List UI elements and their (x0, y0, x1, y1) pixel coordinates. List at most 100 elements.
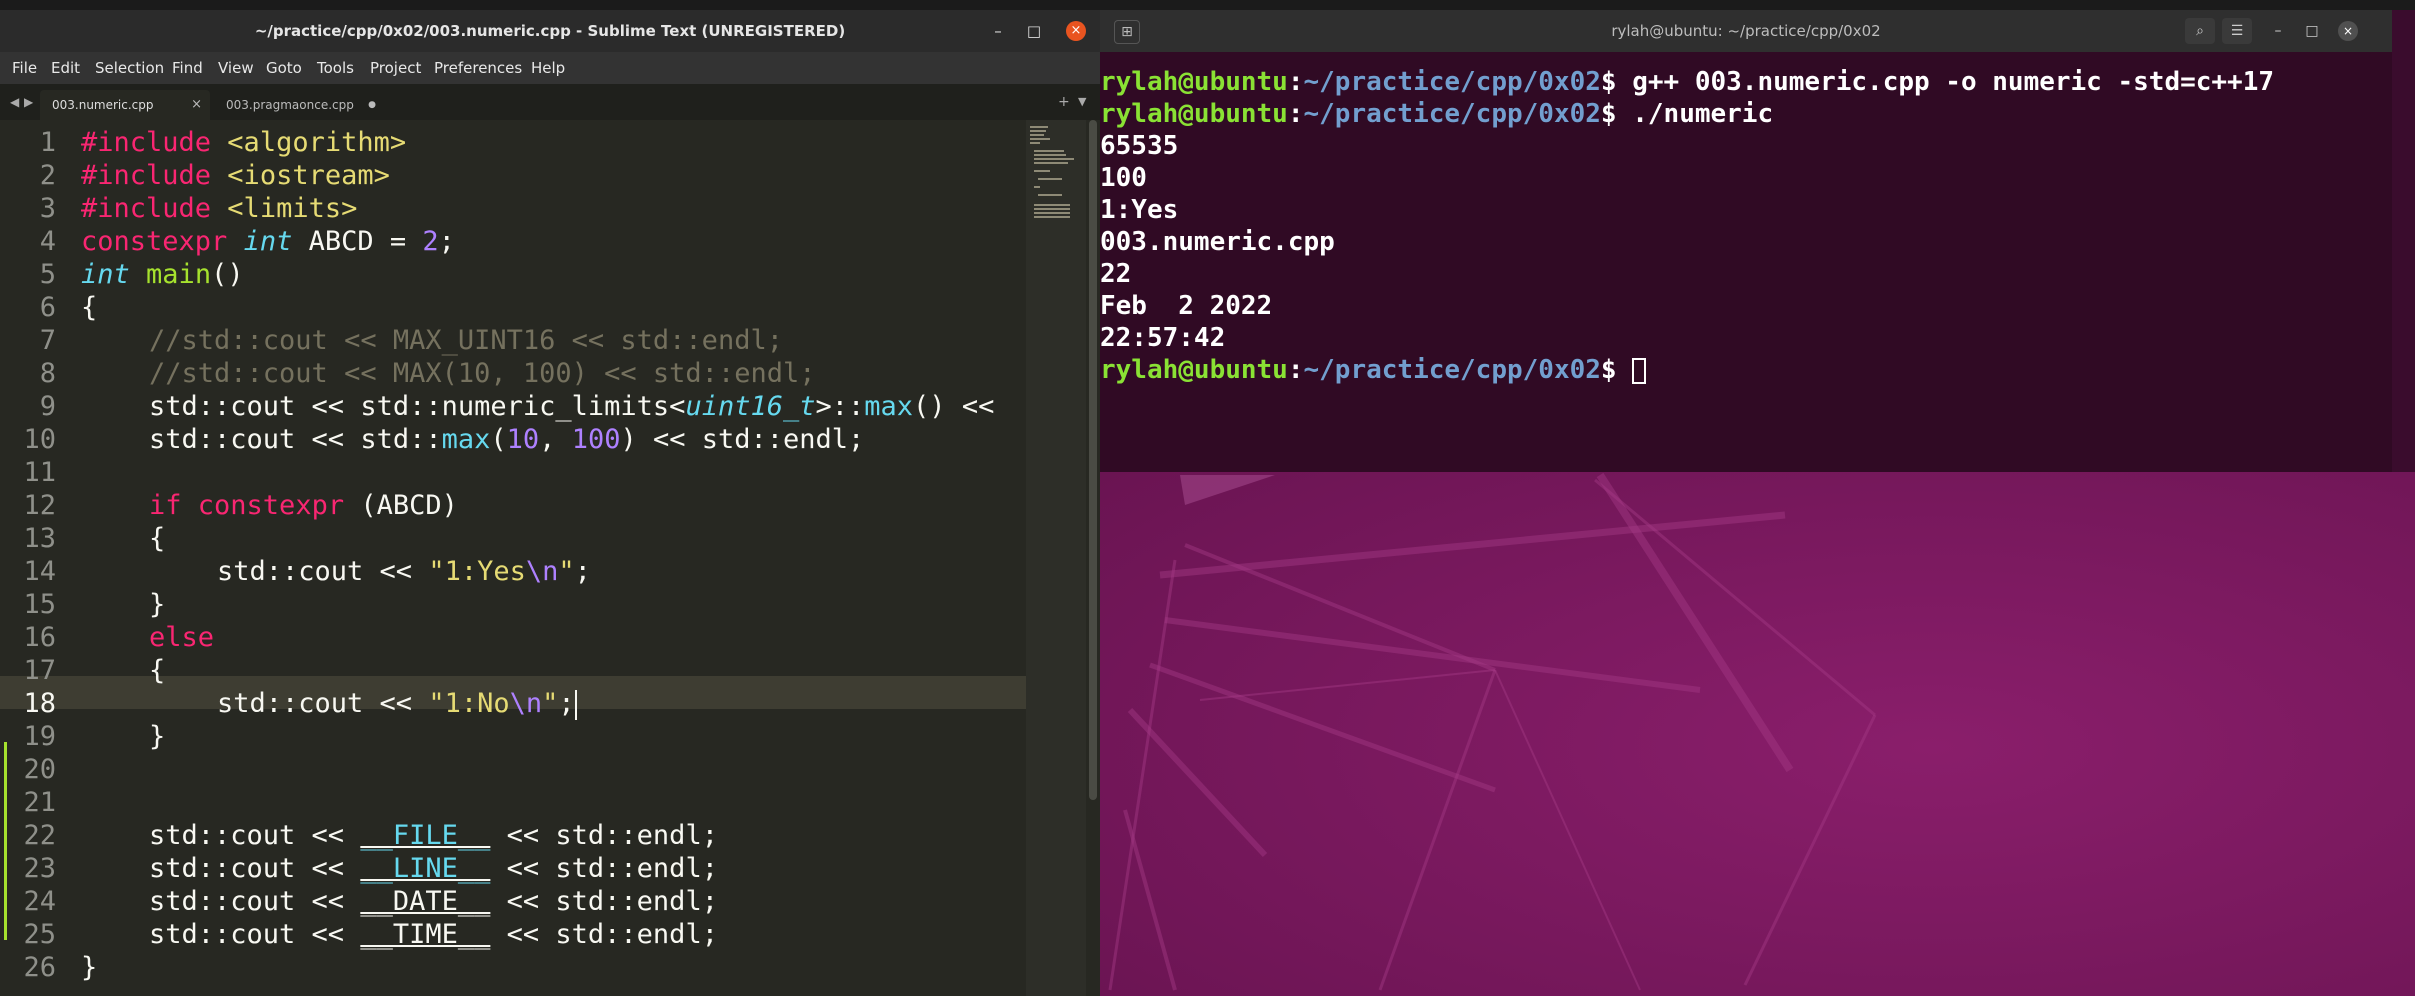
sublime-titlebar: ~/practice/cpp/0x02/003.numeric.cpp - Su… (0, 10, 1100, 52)
token: max (864, 391, 914, 422)
output-line: 003.numeric.cpp (1100, 227, 1335, 257)
close-icon[interactable]: × (1066, 21, 1086, 41)
minimap-line (1034, 170, 1050, 172)
menu-goto[interactable]: Goto (266, 52, 302, 84)
code-line: } (149, 721, 166, 752)
menu-find[interactable]: Find (172, 52, 203, 84)
menu-tools[interactable]: Tools (317, 52, 354, 84)
token: std::cout << (217, 688, 429, 719)
token: max (441, 424, 491, 455)
hamburger-menu-icon[interactable]: ☰ (2222, 18, 2252, 44)
minimap-line (1030, 126, 1048, 128)
search-icon[interactable]: ⌕ (2185, 18, 2215, 44)
token: int (81, 259, 130, 290)
tab-numeric-cpp[interactable]: 003.numeric.cpp × (40, 90, 210, 120)
line-number-gutter: 1 2 3 4 5 6 7 8 9 10 11 12 13 14 15 16 1… (0, 120, 64, 996)
code-line: std::cout << __LINE__ << std::endl; (149, 852, 718, 885)
token: ) << std::endl; (620, 424, 865, 455)
output-line: 100 (1100, 163, 1147, 193)
token: std::cout << (149, 853, 361, 884)
line-number: 11 (23, 457, 56, 488)
unsaved-dot-icon[interactable]: ● (368, 90, 376, 120)
code-editor[interactable]: 1 2 3 4 5 6 7 8 9 10 11 12 13 14 15 16 1… (0, 120, 1100, 996)
terminal-output[interactable]: rylah@ubuntu:~/practice/cpp/0x02$ g++ 00… (1100, 56, 2392, 472)
line-number: 19 (23, 721, 56, 752)
code-line-comment: //std::cout << MAX(10, 100) << std::endl… (149, 358, 816, 389)
menu-preferences[interactable]: Preferences (434, 52, 522, 84)
tab-bar: ◀ ▶ 003.numeric.cpp × 003.pragmaonce.cpp… (0, 84, 1100, 120)
code-line: std::cout << __TIME__ << std::endl; (149, 918, 718, 951)
code-line: std::cout << std::numeric_limits<uint16_… (149, 390, 994, 423)
token: ; (574, 556, 591, 587)
tab-next-icon[interactable]: ▶ (24, 84, 33, 120)
menu-help[interactable]: Help (531, 52, 565, 84)
line-number-active: 18 (23, 688, 56, 719)
minimap-line (1034, 186, 1040, 188)
prompt-sep: : (1287, 67, 1304, 97)
menu-edit[interactable]: Edit (51, 52, 80, 84)
token: if (149, 490, 182, 521)
line-number: 17 (23, 655, 56, 686)
prompt-dollar: $ (1600, 99, 1633, 129)
code-line: { (149, 655, 166, 686)
minimize-icon[interactable]: – (2268, 21, 2288, 41)
tab-prev-icon[interactable]: ◀ (10, 84, 19, 120)
token: "1:No (428, 688, 510, 719)
prompt-sep: : (1287, 99, 1304, 129)
code-line-active: std::cout << "1:No\n"; (217, 687, 577, 720)
terminal-command-line: rylah@ubuntu:~/practice/cpp/0x02$ ./nume… (1100, 98, 1773, 130)
line-number: 24 (23, 886, 56, 917)
close-icon[interactable]: × (2338, 21, 2358, 41)
token: " (542, 688, 559, 719)
new-tab-icon[interactable]: + (1058, 84, 1070, 120)
line-number: 20 (23, 754, 56, 785)
line-number: 16 (23, 622, 56, 653)
token: std::cout << (149, 886, 361, 917)
vertical-scrollbar[interactable] (1086, 120, 1100, 996)
prompt-path: ~/practice/cpp/0x02 (1303, 99, 1601, 129)
token: main (146, 259, 212, 290)
token: std::cout << (149, 820, 361, 851)
token: ; (558, 688, 575, 719)
minimap-line (1034, 158, 1074, 160)
line-number: 26 (23, 952, 56, 983)
code-line: if constexpr (ABCD) (149, 489, 458, 522)
prompt-user: rylah@ubuntu (1100, 67, 1288, 97)
token: \n (525, 556, 559, 587)
code-line: } (81, 952, 98, 983)
minimize-icon[interactable]: – (988, 21, 1008, 41)
menu-project[interactable]: Project (370, 52, 421, 84)
menu-file[interactable]: File (12, 52, 37, 84)
prompt-path: ~/practice/cpp/0x02 (1303, 355, 1601, 385)
command-text: g++ 003.numeric.cpp -o numeric -std=c++1… (1632, 67, 2275, 97)
maximize-icon[interactable]: □ (1024, 21, 1044, 41)
tab-pragmaonce-cpp[interactable]: 003.pragmaonce.cpp ● (214, 90, 384, 120)
tab-label: 003.pragmaonce.cpp (226, 98, 354, 112)
terminal-window: rylah@ubuntu: ~/practice/cpp/0x02 ⊞ ⌕ ☰ … (1100, 10, 2392, 472)
minimap-line (1034, 154, 1066, 156)
token: ABCD = (292, 226, 423, 257)
token: >:: (815, 391, 865, 422)
token: " (558, 556, 575, 587)
terminal-prompt-line: rylah@ubuntu:~/practice/cpp/0x02$ (1100, 354, 1647, 386)
token: << std::endl; (490, 820, 718, 851)
token: <iostream> (211, 160, 390, 191)
menu-selection[interactable]: Selection (95, 52, 164, 84)
token: #include (81, 160, 212, 191)
menu-view[interactable]: View (218, 52, 254, 84)
tab-list-icon[interactable]: ▼ (1078, 84, 1086, 120)
maximize-icon[interactable]: □ (2302, 21, 2322, 41)
new-tab-icon[interactable]: ⊞ (1114, 20, 1140, 44)
minimap-line (1030, 138, 1050, 140)
terminal-command-line: rylah@ubuntu:~/practice/cpp/0x02$ g++ 00… (1100, 66, 2274, 98)
minimap-line (1038, 194, 1062, 196)
code-line: { (149, 523, 166, 554)
line-number: 23 (23, 853, 56, 884)
minimap[interactable] (1026, 120, 1086, 996)
prompt-user: rylah@ubuntu (1100, 99, 1288, 129)
line-number: 9 (39, 391, 56, 422)
scrollbar-thumb[interactable] (1089, 120, 1097, 800)
close-tab-icon[interactable]: × (191, 90, 202, 120)
token: uint16_t (685, 391, 816, 422)
text-cursor (574, 689, 577, 720)
